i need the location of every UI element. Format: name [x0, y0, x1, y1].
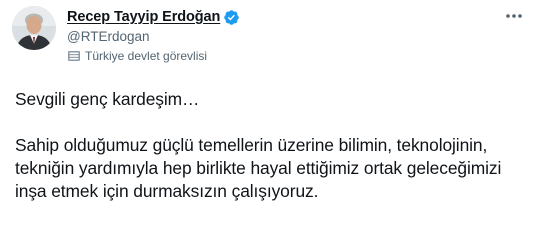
avatar[interactable] [12, 6, 56, 50]
author-handle[interactable]: @RTErdogan [67, 28, 240, 46]
tweet-card: Recep Tayyip Erdoğan @RTErdogan Türkiye … [0, 0, 538, 243]
verified-badge-icon [223, 9, 240, 26]
profile-photo [12, 6, 56, 50]
tweet-header: Recep Tayyip Erdoğan @RTErdogan Türkiye … [67, 8, 240, 64]
account-label-text: Türkiye devlet görevlisi [85, 49, 208, 63]
more-options-button[interactable] [500, 6, 528, 26]
name-row: Recep Tayyip Erdoğan [67, 8, 240, 26]
author-display-name[interactable]: Recep Tayyip Erdoğan [67, 9, 220, 25]
government-flag-icon [67, 49, 81, 63]
more-options-icon [506, 14, 522, 18]
tweet-text: Sevgili genç kardeşim… Sahip olduğumuz g… [15, 89, 502, 201]
account-label: Türkiye devlet görevlisi [67, 48, 240, 64]
